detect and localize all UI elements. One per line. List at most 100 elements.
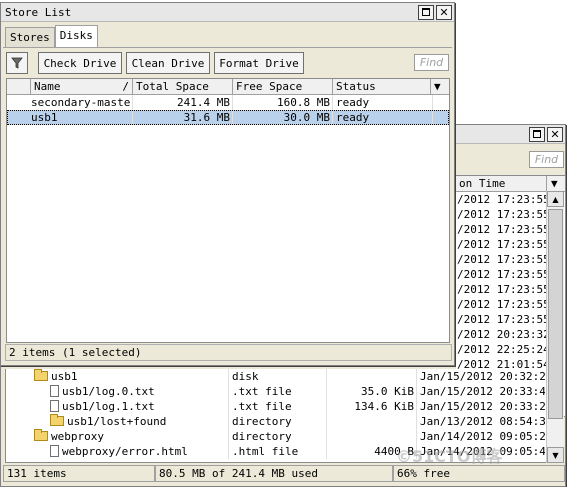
disk-total-cell: 31.6 MB — [133, 110, 233, 125]
file-time-header[interactable]: on Time ▼ — [456, 176, 565, 192]
disk-name-cell: secondary-master — [7, 95, 133, 110]
time-cell: /2012 20:23:32 — [457, 328, 547, 341]
disk-status-cell: ready — [333, 95, 433, 110]
file-time-cell: Jan/15/2012 20:33:43 — [420, 385, 545, 398]
check-drive-button[interactable]: Check Drive — [38, 52, 122, 74]
disk-rows: secondary-master 241.4 MB 160.8 MB ready usb… — [7, 95, 449, 125]
file-row[interactable]: usb1 disk Jan/15/2012 20:32:27 — [6, 369, 546, 384]
time-cell: /2012 17:23:55 — [457, 268, 547, 281]
window-title: Store List — [5, 5, 72, 19]
file-list-scrollbar[interactable]: ▲ ▼ — [546, 191, 564, 463]
format-drive-button[interactable]: Format Drive — [214, 52, 304, 74]
maximize-button[interactable] — [418, 4, 434, 20]
sort-indicator-icon: / — [122, 80, 129, 93]
file-type-cell: disk — [229, 369, 327, 384]
close-button[interactable]: ✕ — [547, 126, 563, 142]
scroll-thumb[interactable] — [548, 209, 563, 419]
file-time-cell: Jan/15/2012 20:33:22 — [420, 400, 545, 413]
column-menu-button[interactable]: ▼ — [431, 79, 449, 94]
column-name[interactable]: Name / — [31, 79, 133, 94]
time-column-header[interactable]: on Time — [456, 176, 547, 191]
file-size-cell: 134.6 KiB — [327, 399, 417, 414]
file-row[interactable]: usb1/log.0.txt .txt file 35.0 KiB Jan/15/20… — [6, 384, 546, 399]
tab-disks[interactable]: Disks — [54, 25, 98, 47]
store-list-titlebar[interactable]: Store List ✕ — [1, 3, 454, 22]
file-type-cell: .html file — [229, 444, 327, 459]
disk-name-cell: usb1 — [7, 110, 133, 125]
time-cell: /2012 17:23:55 — [457, 313, 547, 326]
file-name-label: usb1 — [51, 370, 78, 383]
file-name-cell: webproxy/error.html — [6, 444, 229, 459]
filter-icon — [11, 57, 23, 69]
file-time-cell: Jan/13/2012 08:54:35 — [420, 415, 545, 428]
sort-handle[interactable] — [7, 79, 31, 94]
chevron-down-icon: ▼ — [434, 80, 441, 93]
maximize-icon — [422, 8, 430, 16]
disk-free-cell: 30.0 MB — [233, 110, 333, 125]
file-time-cell: Jan/15/2012 20:32:27 — [420, 370, 545, 383]
file-icon — [50, 385, 59, 397]
maximize-icon — [533, 130, 541, 138]
file-type-cell: .txt file — [229, 399, 327, 414]
file-status-items: 131 items — [3, 465, 155, 482]
file-size-cell — [327, 414, 417, 429]
maximize-button[interactable] — [529, 126, 545, 142]
file-name-label: usb1/log.1.txt — [62, 400, 155, 413]
folder-icon — [34, 429, 48, 441]
file-row[interactable]: usb1/log.1.txt .txt file 134.6 KiB Jan/15/2… — [6, 399, 546, 414]
scroll-up-button[interactable]: ▲ — [547, 191, 564, 207]
column-total-space[interactable]: Total Space — [133, 79, 233, 94]
file-size-cell — [327, 369, 417, 384]
time-cell: /2012 22:25:24 — [457, 343, 547, 356]
file-name-cell: usb1/log.1.txt — [6, 399, 229, 414]
file-icon — [50, 445, 59, 457]
file-time-cell: Jan/14/2012 09:05:26 — [420, 430, 545, 443]
disk-list-header: Name / Total Space Free Space Status ▼ — [7, 79, 449, 95]
file-size-cell: 35.0 KiB — [327, 384, 417, 399]
file-name-label: webproxy/error.html — [62, 445, 188, 458]
file-row[interactable]: webproxy directory Jan/14/2012 09:05:26 — [6, 429, 546, 444]
arrow-up-icon: ▲ — [552, 194, 559, 204]
scroll-down-button[interactable]: ▼ — [547, 447, 564, 463]
close-button[interactable]: ✕ — [436, 4, 452, 20]
time-cell: /2012 17:23:55 — [457, 238, 547, 251]
disk-row[interactable]: secondary-master 241.4 MB 160.8 MB ready — [7, 95, 449, 110]
file-name-label: webproxy — [51, 430, 104, 443]
column-menu-button[interactable]: ▼ — [547, 176, 565, 191]
file-name-label: usb1/log.0.txt — [62, 385, 155, 398]
close-icon: ✕ — [550, 127, 560, 141]
time-cell: /2012 17:23:55 — [457, 253, 547, 266]
file-name-cell: usb1/log.0.txt — [6, 384, 229, 399]
time-cell: /2012 17:23:55 — [457, 283, 547, 296]
time-cell: /2012 17:23:55 — [457, 223, 547, 236]
file-status-free: 66% free — [393, 465, 565, 482]
close-icon: ✕ — [439, 5, 449, 19]
store-find-input[interactable]: Find — [414, 54, 449, 71]
column-status[interactable]: Status — [333, 79, 431, 94]
store-status: 2 items (1 selected) — [5, 344, 452, 361]
file-type-cell: directory — [229, 414, 327, 429]
disk-list[interactable]: Name / Total Space Free Space Status ▼ se… — [6, 78, 450, 343]
file-type-cell: .txt file — [229, 384, 327, 399]
column-free-space[interactable]: Free Space — [233, 79, 333, 94]
file-row[interactable]: usb1/lost+found directory Jan/13/2012 08:5… — [6, 414, 546, 429]
file-name-cell: usb1 — [6, 369, 229, 384]
disk-row[interactable]: usb1 31.6 MB 30.0 MB ready — [7, 110, 449, 125]
file-size-cell — [327, 429, 417, 444]
filter-button[interactable] — [6, 52, 28, 74]
clean-drive-button[interactable]: Clean Drive — [126, 52, 210, 74]
tab-stores[interactable]: Stores — [5, 27, 55, 47]
watermark: ©51CTO博客 — [396, 447, 503, 466]
file-status-used: 80.5 MB of 241.4 MB used — [155, 465, 393, 482]
column-name-label: Name — [34, 80, 61, 93]
file-icon — [50, 400, 59, 412]
store-list-window: Store List ✕ Stores Disks Check Drive Cl… — [0, 2, 455, 366]
time-cell: /2012 17:23:55 — [457, 208, 547, 221]
disk-free-cell: 160.8 MB — [233, 95, 333, 110]
file-type-cell: directory — [229, 429, 327, 444]
disk-total-cell: 241.4 MB — [133, 95, 233, 110]
time-cell: /2012 17:23:55 — [457, 193, 547, 206]
file-find-input[interactable]: Find — [529, 151, 564, 168]
folder-icon — [34, 369, 48, 381]
file-name-cell: webproxy — [6, 429, 229, 444]
